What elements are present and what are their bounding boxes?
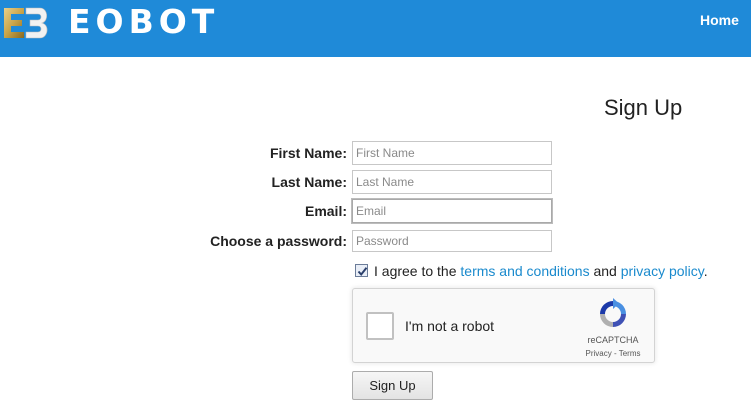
brand-name: EOBOT: [68, 2, 220, 41]
email-row: Email:: [0, 199, 751, 223]
last-name-row: Last Name:: [0, 170, 751, 194]
recaptcha-logo-icon: [600, 298, 626, 327]
agree-prefix: I agree to the: [374, 263, 457, 279]
nav-home-link[interactable]: Home: [700, 12, 739, 28]
password-label: Choose a password:: [210, 233, 347, 249]
recaptcha-label: I'm not a robot: [405, 318, 495, 334]
password-row: Choose a password:: [0, 230, 751, 252]
last-name-input[interactable]: [352, 170, 552, 194]
privacy-link[interactable]: privacy policy: [621, 263, 704, 279]
page-title: Sign Up: [604, 95, 683, 120]
first-name-row: First Name:: [0, 141, 751, 165]
last-name-label: Last Name:: [271, 174, 347, 190]
checkmark-icon: [357, 267, 368, 277]
terms-agreement: I agree to the terms and conditions and …: [355, 263, 708, 279]
email-label: Email:: [304, 203, 347, 219]
recaptcha-checkbox[interactable]: [366, 312, 394, 340]
sign-up-button[interactable]: Sign Up: [352, 371, 433, 400]
terms-link[interactable]: terms and conditions: [460, 263, 589, 279]
agree-checkbox[interactable]: [355, 264, 368, 277]
first-name-label: First Name:: [269, 145, 347, 161]
recaptcha-brand: reCAPTCHA: [587, 335, 639, 345]
password-input[interactable]: [352, 230, 552, 252]
agree-middle: and: [593, 263, 617, 279]
site-header: EOBOT Home: [0, 0, 751, 57]
agree-suffix: .: [703, 263, 708, 279]
recaptcha-privacy-link[interactable]: Privacy: [586, 349, 612, 358]
email-input[interactable]: [352, 199, 552, 223]
first-name-input[interactable]: [352, 141, 552, 165]
recaptcha-widget: I'm not a robot reCAPTCHA Privacy - Term…: [352, 288, 655, 363]
recaptcha-terms-link[interactable]: Terms: [619, 349, 641, 358]
recaptcha-link-separator: -: [611, 349, 619, 358]
eb-logo-icon[interactable]: [2, 6, 50, 40]
recaptcha-links: Privacy - Terms: [577, 349, 649, 358]
